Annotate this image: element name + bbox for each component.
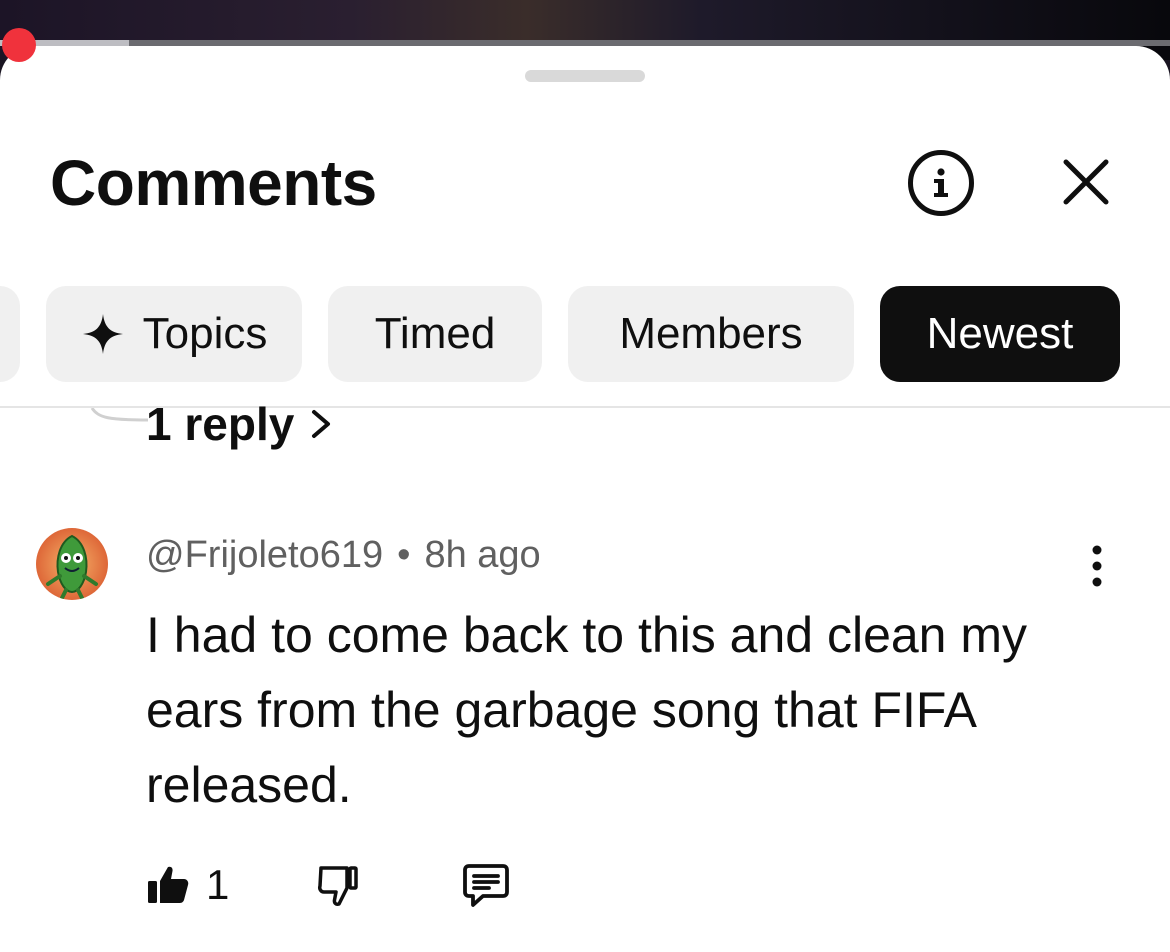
chip-newest[interactable]: Newest bbox=[880, 286, 1120, 382]
commenter-avatar[interactable] bbox=[36, 528, 108, 600]
comment-meta: @Frijoleto619 • 8h ago bbox=[146, 534, 541, 577]
thumbs-up-filled-icon[interactable] bbox=[146, 863, 190, 907]
view-replies-label: 1 reply bbox=[146, 398, 295, 450]
chip-topics[interactable]: Topics bbox=[46, 286, 302, 382]
info-icon bbox=[934, 168, 948, 197]
comment-actions: 1 bbox=[146, 858, 511, 912]
chip-members-label: Members bbox=[619, 309, 803, 358]
like-count: 1 bbox=[206, 861, 230, 908]
more-vertical-icon bbox=[1092, 545, 1102, 587]
reply-thread-connector bbox=[90, 408, 149, 422]
chevron-right-icon bbox=[312, 410, 331, 438]
sheet-drag-handle[interactable] bbox=[525, 70, 645, 82]
filter-chips-bar: Topics Timed Members Newest bbox=[0, 286, 1170, 382]
chip-timed-label: Timed bbox=[374, 309, 496, 358]
chip-newest-label: Newest bbox=[926, 309, 1074, 358]
bean-character-avatar-icon bbox=[36, 528, 108, 600]
comment-more-button[interactable] bbox=[1082, 542, 1112, 590]
comments-sheet: Comments Topics Timed Members Newest 1 r… bbox=[0, 46, 1170, 952]
chip-timed[interactable]: Timed bbox=[328, 286, 542, 382]
chip-members[interactable]: Members bbox=[568, 286, 854, 382]
meta-separator: • bbox=[397, 534, 411, 576]
close-icon bbox=[1063, 159, 1109, 205]
sparkle-icon bbox=[82, 314, 123, 354]
sheet-title: Comments bbox=[50, 147, 377, 219]
view-replies-link[interactable]: 1 reply bbox=[146, 394, 334, 454]
comment-timestamp: 8h ago bbox=[424, 534, 541, 576]
comment-author[interactable]: @Frijoleto619 bbox=[146, 534, 383, 577]
comment-body: I had to come back to this and clean my … bbox=[146, 607, 1028, 813]
close-button[interactable] bbox=[1060, 156, 1112, 208]
reply-comment-icon[interactable] bbox=[461, 860, 511, 910]
thumbs-down-icon[interactable] bbox=[315, 862, 361, 908]
chip-partially-hidden[interactable] bbox=[0, 286, 20, 382]
video-scrubber-handle[interactable] bbox=[2, 28, 36, 62]
chip-topics-label: Topics bbox=[142, 309, 268, 358]
info-button[interactable] bbox=[908, 150, 974, 216]
